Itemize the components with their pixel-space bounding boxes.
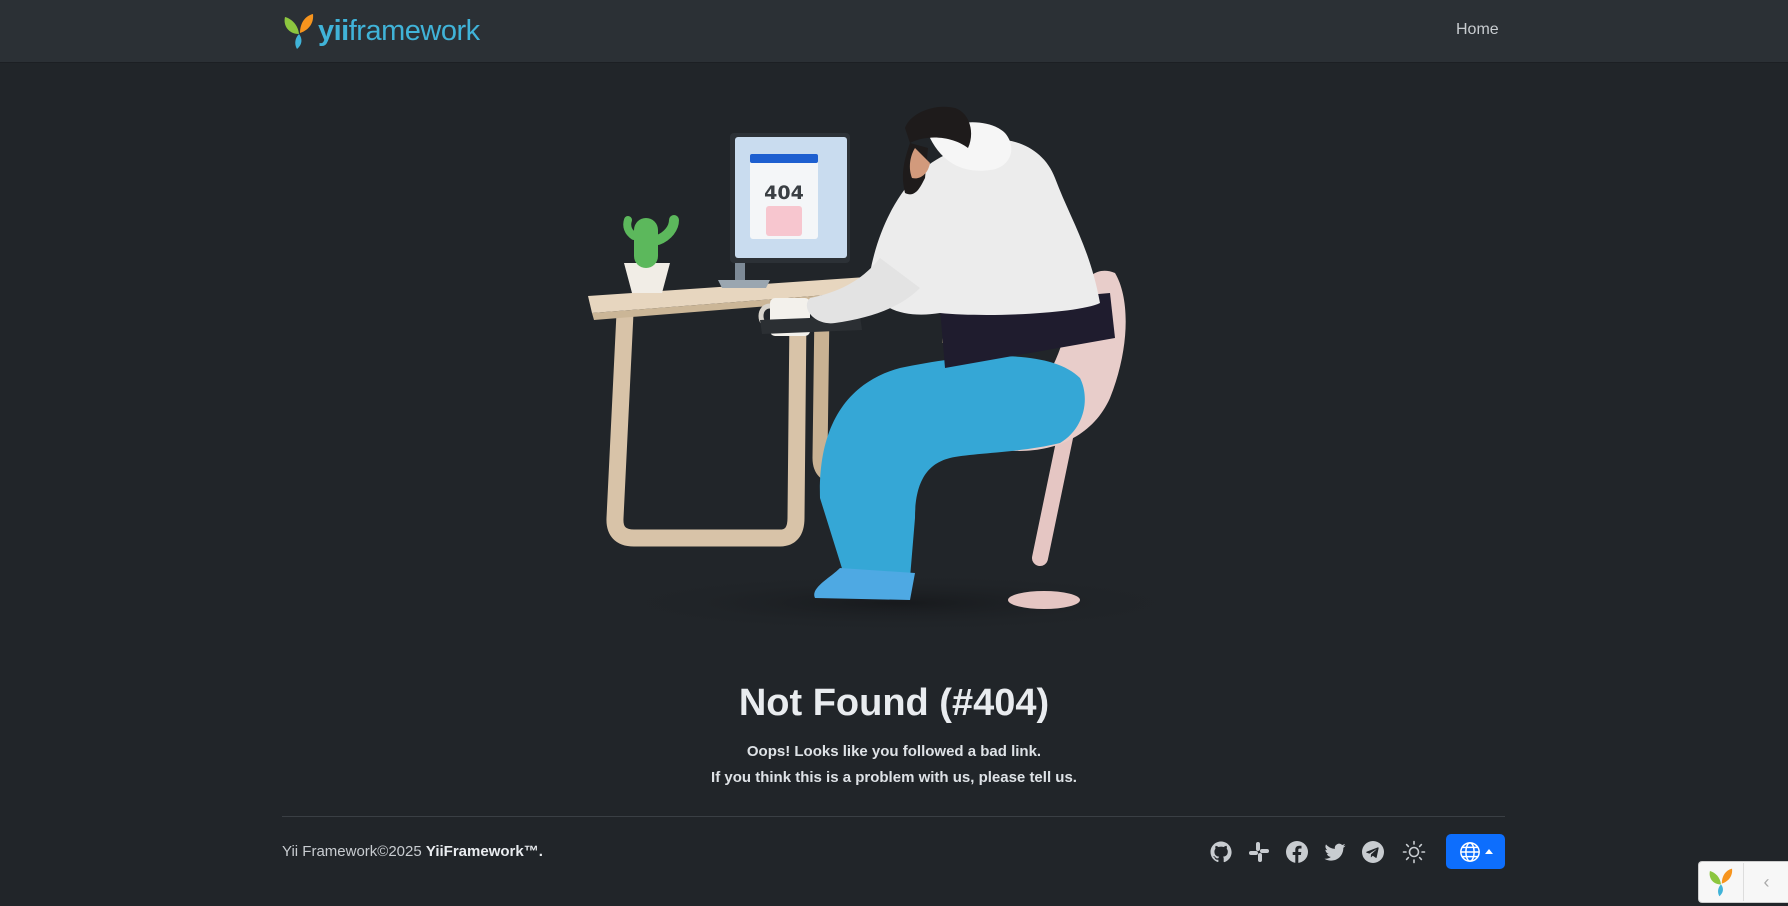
brand-link[interactable]: YiiFramework™. bbox=[426, 843, 543, 860]
logo-text: yiiframework bbox=[318, 14, 480, 47]
error-404-illustration: 404 bbox=[588, 106, 1200, 633]
debug-toolbar[interactable]: ‹ bbox=[1698, 861, 1788, 903]
debug-toggle-button[interactable]: ‹ bbox=[1744, 872, 1788, 893]
globe-icon bbox=[1459, 841, 1480, 862]
footer-copyright: Yii Framework©2025 YiiFramework™. bbox=[282, 843, 543, 860]
yii-logo-icon bbox=[284, 14, 314, 49]
telegram-icon[interactable] bbox=[1358, 837, 1388, 867]
github-icon[interactable] bbox=[1206, 837, 1236, 867]
sun-icon[interactable] bbox=[1399, 837, 1429, 867]
copyright-text: Yii Framework©2025 bbox=[282, 843, 426, 860]
nav-home-link[interactable]: Home bbox=[1456, 21, 1499, 39]
navbar: yiiframework Home bbox=[0, 0, 1788, 63]
caret-up-icon bbox=[1484, 849, 1493, 854]
error-message-line2: If you think this is a problem with us, … bbox=[711, 769, 1077, 786]
twitter-icon[interactable] bbox=[1320, 837, 1350, 867]
slack-icon[interactable] bbox=[1244, 837, 1274, 867]
logo-link[interactable]: yiiframework bbox=[282, 12, 480, 50]
facebook-icon[interactable] bbox=[1282, 837, 1312, 867]
error-message-line1: Oops! Looks like you followed a bad link… bbox=[746, 743, 1042, 760]
debug-yii-logo-icon[interactable] bbox=[1699, 863, 1744, 901]
monitor-404-text: 404 bbox=[764, 182, 804, 204]
language-button[interactable] bbox=[1446, 834, 1505, 869]
footer-divider bbox=[282, 816, 1505, 817]
error-title: Not Found (#404) bbox=[738, 682, 1050, 724]
